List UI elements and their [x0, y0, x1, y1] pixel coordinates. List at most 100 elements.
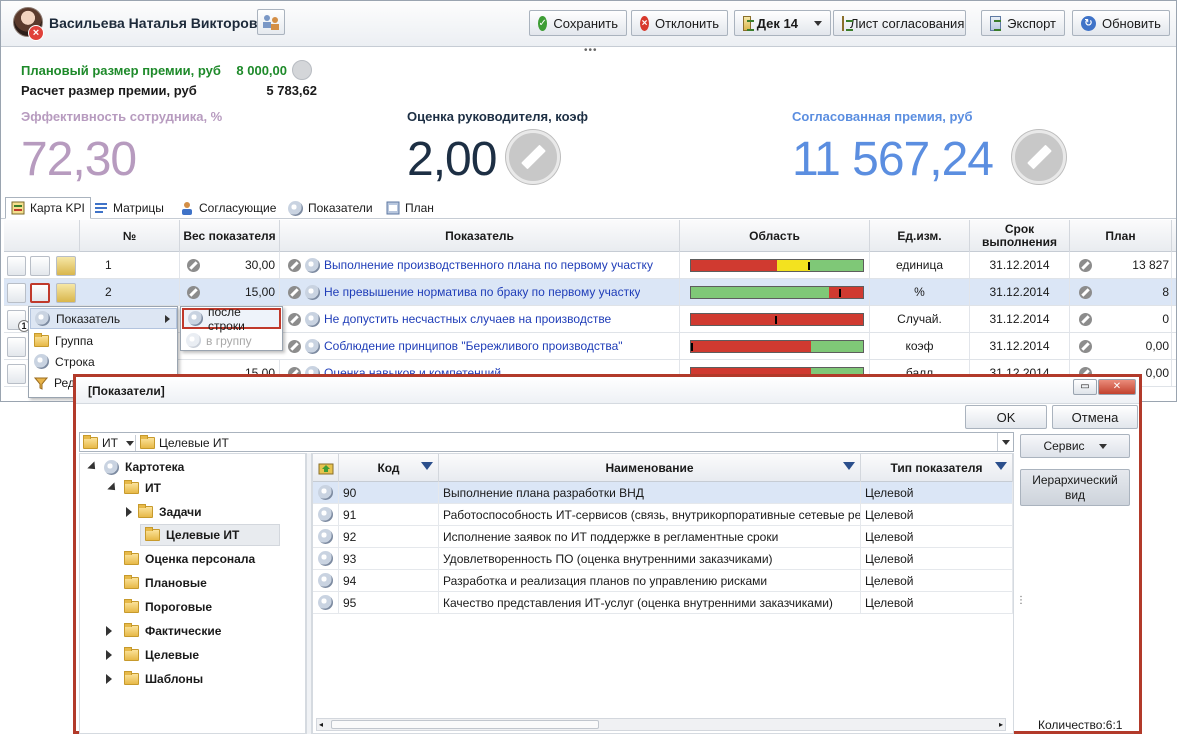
scroll-left-icon[interactable]: ◂	[319, 720, 323, 729]
menu-item-row[interactable]: Строка	[30, 351, 177, 372]
row-weight[interactable]: 15,00	[180, 279, 280, 305]
edit-icon[interactable]	[288, 339, 301, 353]
ok-button[interactable]: OK	[965, 405, 1047, 429]
table-row[interactable]: 93 Удовлетворенность ПО (оценка внутренни…	[313, 548, 1013, 570]
level-up-button[interactable]	[313, 454, 339, 482]
table-row[interactable]: 94 Разработка и реализация планов по упра…	[313, 570, 1013, 592]
edit-icon[interactable]	[1079, 312, 1092, 326]
filter-icon[interactable]	[421, 462, 433, 470]
edit-icon[interactable]	[187, 258, 200, 272]
tree-node-actual[interactable]: Фактические	[106, 620, 221, 642]
attachment-icon[interactable]	[7, 256, 26, 276]
tree-node-templates[interactable]: Шаблоны	[106, 668, 203, 690]
breadcrumb-item[interactable]: Целевые ИТ	[135, 435, 229, 451]
path-dropdown-button[interactable]	[997, 433, 1013, 451]
hierarchical-view-toggle[interactable]: Иерархический вид	[1020, 469, 1130, 506]
edit-icon[interactable]	[288, 258, 301, 272]
tree-node-staff-evaluation[interactable]: Оценка персонала	[124, 548, 255, 570]
menu-item-into-group[interactable]: в группу	[182, 330, 281, 351]
row-plan[interactable]: 8	[1070, 279, 1172, 305]
column-weight[interactable]: Вес показателя	[180, 220, 280, 252]
edit-rating-icon[interactable]	[506, 130, 560, 184]
collapsed-icon[interactable]	[106, 650, 112, 660]
row-weight[interactable]: 30,00	[180, 252, 280, 278]
edit-icon[interactable]	[187, 285, 200, 299]
table-row[interactable]: 90 Выполнение плана разработки ВНД Целевой	[313, 482, 1013, 504]
edit-icon[interactable]	[288, 285, 301, 299]
chevron-down-icon[interactable]	[125, 440, 134, 446]
column-range[interactable]: Область	[680, 220, 870, 252]
attachment-icon[interactable]	[7, 364, 26, 384]
row-plan[interactable]: 13 827	[1070, 252, 1172, 278]
row-plan[interactable]: 0	[1070, 306, 1172, 332]
tree-node-target[interactable]: Целевые	[106, 644, 199, 666]
export-button[interactable]: Экспорт	[981, 10, 1065, 36]
kpi-card-icon[interactable]	[56, 283, 76, 303]
resize-grip[interactable]: ⋮	[1016, 595, 1026, 606]
tab-kpi-map[interactable]: Карта KPI	[5, 197, 91, 219]
filter-icon[interactable]	[843, 462, 855, 470]
approval-sheet-button[interactable]: Лист согласования	[833, 10, 966, 36]
row-indicator[interactable]: Соблюдение принципов "Бережливого произв…	[280, 333, 680, 359]
tab-matrices[interactable]: Матрицы	[89, 197, 169, 219]
edit-icon[interactable]	[1079, 339, 1092, 353]
column-deadline[interactable]: Срок выполнения	[970, 220, 1070, 252]
close-button[interactable]: ✕	[1098, 379, 1136, 395]
table-row[interactable]: 95 Качество представления ИТ-услуг (оценк…	[313, 592, 1013, 614]
filter-icon[interactable]	[995, 462, 1007, 470]
service-dropdown[interactable]: Сервис	[1020, 434, 1130, 458]
menu-item-group[interactable]: Группа	[30, 330, 177, 351]
column-name[interactable]: Наименование	[439, 454, 861, 482]
collapsed-icon[interactable]	[126, 507, 132, 517]
breadcrumb-item[interactable]: ИТ	[83, 435, 134, 451]
collapsed-icon[interactable]	[106, 626, 112, 636]
menu-item-indicator[interactable]: Показатель	[30, 308, 177, 329]
tree-node-threshold[interactable]: Пороговые	[124, 596, 212, 618]
column-unit[interactable]: Ед.изм.	[870, 220, 970, 252]
save-button[interactable]: ✓ Сохранить	[529, 10, 627, 36]
row-indicator[interactable]: Не допустить несчастных случаев на произ…	[280, 306, 680, 332]
cancel-button[interactable]: Отмена	[1052, 405, 1138, 429]
table-row-selected[interactable]: 2 15,00 Не превышение норматива по браку…	[4, 279, 1176, 306]
table-row[interactable]: 92 Исполнение заявок по ИТ поддержке в ре…	[313, 526, 1013, 548]
table-row[interactable]: 1 30,00 Выполнение производственного пла…	[4, 252, 1176, 279]
switch-employee-button[interactable]	[257, 9, 285, 35]
tree-node-it[interactable]: ИТ	[107, 477, 161, 499]
attachment-icon[interactable]	[7, 337, 26, 357]
tree-node-tasks[interactable]: Задачи	[126, 501, 202, 523]
restore-button[interactable]: ▭	[1073, 379, 1097, 395]
row-indicator[interactable]: Не превышение норматива по браку по перв…	[280, 279, 680, 305]
attachment-icon[interactable]	[7, 283, 26, 303]
table-row[interactable]: 91 Работоспособность ИТ-сервисов (связь, …	[313, 504, 1013, 526]
column-code[interactable]: Код	[339, 454, 439, 482]
edit-icon[interactable]	[1079, 285, 1092, 299]
gear-icon[interactable]	[30, 256, 50, 276]
row-plan[interactable]: 0,00	[1070, 333, 1172, 359]
kpi-card-icon[interactable]	[56, 256, 76, 276]
scroll-right-icon[interactable]: ▸	[999, 720, 1003, 729]
expanded-icon[interactable]	[107, 482, 119, 494]
menu-item-after-row[interactable]: после строки	[182, 305, 281, 333]
refresh-button[interactable]: ↻ Обновить	[1072, 10, 1170, 36]
expanded-icon[interactable]	[87, 461, 99, 473]
collapse-handle[interactable]: •••	[584, 45, 598, 56]
tab-approvers[interactable]: Согласующие	[175, 197, 281, 219]
column-number[interactable]: №	[80, 220, 180, 252]
tree-node-target-it[interactable]: Целевые ИТ	[140, 524, 281, 546]
tab-plan[interactable]: План	[381, 197, 439, 219]
collapsed-icon[interactable]	[106, 674, 112, 684]
edit-bonus-icon[interactable]	[1012, 130, 1066, 184]
row-indicator[interactable]: Выполнение производственного плана по пе…	[280, 252, 680, 278]
tree-node-catalog[interactable]: Картотека	[87, 456, 184, 478]
scroll-thumb[interactable]	[331, 720, 599, 729]
chart-icon[interactable]	[292, 60, 312, 80]
column-type[interactable]: Тип показателя	[861, 454, 1013, 482]
tree-node-planned[interactable]: Плановые	[124, 572, 207, 594]
reject-button[interactable]: × Отклонить	[631, 10, 728, 36]
column-indicator[interactable]: Показатель	[280, 220, 680, 252]
horizontal-scrollbar[interactable]: ◂ ▸	[316, 718, 1006, 731]
edit-icon[interactable]	[288, 312, 301, 326]
gear-icon[interactable]	[30, 283, 50, 303]
remove-icon[interactable]: ×	[28, 25, 44, 41]
period-dropdown[interactable]: Дек 14	[734, 10, 831, 36]
